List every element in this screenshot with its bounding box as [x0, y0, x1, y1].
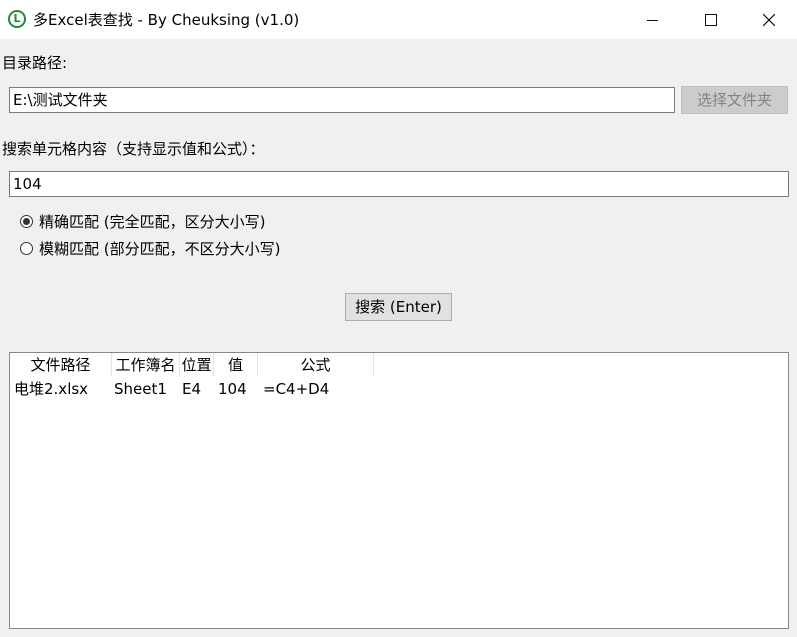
- cell-file-path: 电堆2.xlsx: [14, 380, 89, 398]
- column-header-formula[interactable]: 公式: [258, 353, 374, 377]
- fuzzy-match-radio[interactable]: 模糊匹配 (部分匹配，不区分大小写): [20, 238, 280, 258]
- column-header-value[interactable]: 值: [214, 353, 258, 377]
- results-table[interactable]: 文件路径 工作簿名 位置 值 公式 电堆2.xlsx Sheet1 E4 104…: [9, 352, 789, 629]
- minimize-icon: [647, 19, 658, 21]
- maximize-icon: [705, 13, 717, 26]
- exact-match-label: 精确匹配 (完全匹配，区分大小写): [39, 212, 266, 231]
- cell-workbook: Sheet1: [114, 380, 167, 398]
- maximize-button[interactable]: [683, 0, 739, 39]
- cell-formula: =C4+D4: [263, 380, 330, 398]
- radio-selected-icon: [20, 214, 33, 228]
- window-title: 多Excel表查找 - By Cheuksing (v1.0): [33, 11, 300, 29]
- directory-path-input[interactable]: E:\测试文件夹: [9, 87, 675, 113]
- directory-label: 目录路径:: [2, 54, 68, 72]
- title-bar: L 多Excel表查找 - By Cheuksing (v1.0): [0, 0, 797, 39]
- column-header-file-path[interactable]: 文件路径: [10, 353, 112, 377]
- cell-position: E4: [182, 380, 202, 398]
- search-label: 搜索单元格内容（支持显示值和公式）：: [2, 140, 265, 158]
- minimize-button[interactable]: [625, 0, 681, 39]
- search-input[interactable]: 104: [9, 171, 789, 197]
- exact-match-radio[interactable]: 精确匹配 (完全匹配，区分大小写): [20, 211, 265, 231]
- radio-unselected-icon: [20, 241, 33, 255]
- close-button[interactable]: [741, 0, 797, 39]
- fuzzy-match-label: 模糊匹配 (部分匹配，不区分大小写): [39, 239, 281, 258]
- cell-value: 104: [218, 380, 247, 398]
- column-header-workbook[interactable]: 工作簿名: [112, 353, 180, 377]
- search-button[interactable]: 搜索 (Enter): [345, 293, 452, 321]
- choose-folder-button[interactable]: 选择文件夹: [681, 86, 788, 114]
- close-icon: [763, 13, 775, 26]
- column-header-position[interactable]: 位置: [180, 353, 214, 377]
- app-logo-icon: L: [8, 10, 26, 28]
